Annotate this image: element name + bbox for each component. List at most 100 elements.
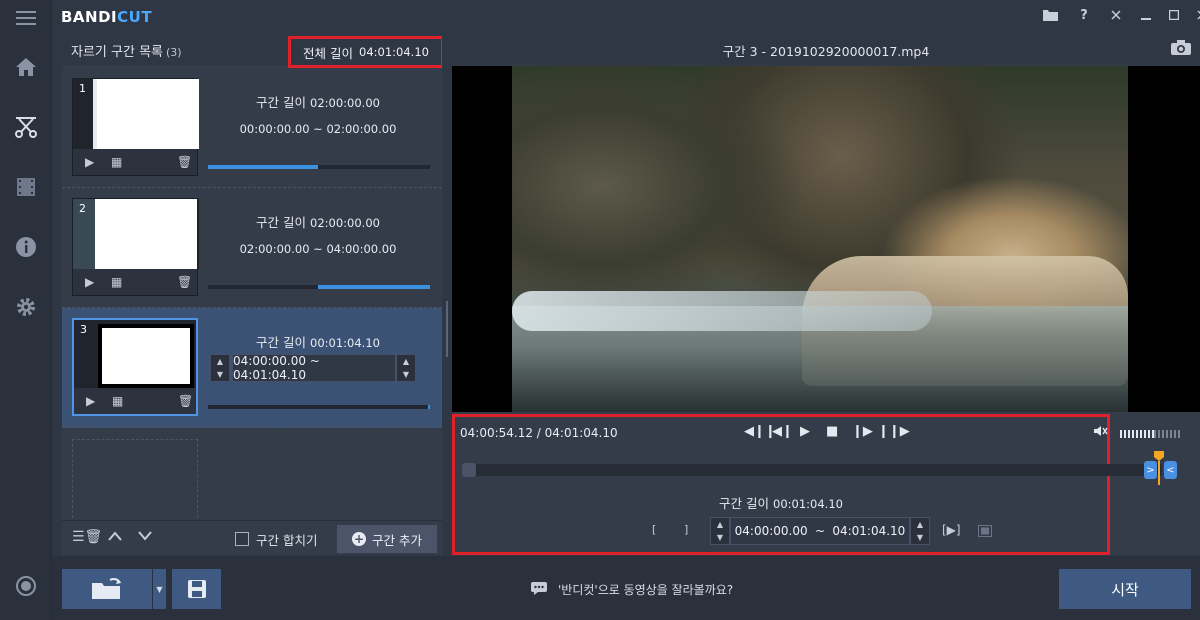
grid-icon[interactable]: ▦	[111, 275, 122, 289]
info-icon[interactable]	[12, 233, 40, 261]
cut-icon[interactable]	[12, 113, 40, 141]
player-end-stepper[interactable]: ▲ ▼	[910, 517, 930, 545]
grid-icon[interactable]: ▦	[112, 394, 123, 408]
current-time: 04:00:54.12 / 04:01:04.10	[460, 426, 618, 440]
segment-progress-bar	[208, 285, 430, 289]
camera-snapshot-icon[interactable]	[1170, 40, 1192, 60]
empty-segment-slot	[72, 439, 198, 523]
total-length-label: 전체 길이	[303, 45, 354, 61]
segment-list-footer: ☰🗑 구간 합치기 + 구간 추가	[62, 520, 442, 555]
start-time-stepper[interactable]: ▲ ▼	[210, 354, 230, 382]
bandicut-logo: BANDICUT	[61, 8, 153, 26]
segment-length: 구간 길이 02:00:00.00	[256, 95, 380, 110]
play-icon[interactable]: ▶	[85, 275, 94, 289]
open-dropdown-icon[interactable]: ▼	[152, 569, 166, 609]
segment-progress-bar	[208, 165, 430, 169]
play-icon[interactable]: ▶	[85, 155, 94, 169]
maximize-icon[interactable]	[1161, 4, 1187, 26]
play-range-button[interactable]: [▶]	[942, 523, 961, 537]
move-up-icon[interactable]	[108, 529, 122, 545]
segment-range-field[interactable]: 04:00:00.00 ~ 04:01:04.10	[232, 354, 396, 382]
save-button[interactable]	[172, 569, 221, 609]
segment-thumbnail[interactable]: 3 ▶ ▦ 🗑	[72, 318, 198, 416]
save-disk-icon	[187, 580, 206, 598]
thumbnail-image	[73, 199, 199, 269]
segment-thumbnail[interactable]: 2 ▶ ▦ 🗑	[72, 198, 199, 296]
thumbnail-image	[93, 79, 199, 149]
help-icon[interactable]: ?	[1071, 4, 1097, 26]
play-icon[interactable]: ▶	[86, 394, 95, 408]
player-title: 구간 3 - 2019102920000017.mp4	[722, 44, 930, 59]
close-x-icon[interactable]	[1103, 4, 1129, 26]
panel-splitter[interactable]	[442, 33, 452, 555]
hint-text: '반디컷'으로 동영상을 잘라볼까요?	[558, 583, 734, 597]
segment-thumbnail[interactable]: 1 ▶ ▦ 🗑	[72, 78, 199, 176]
open-file-button[interactable]	[62, 569, 152, 609]
move-down-icon[interactable]	[138, 529, 152, 545]
settings-gear-icon[interactable]	[12, 293, 40, 321]
prev-frame-icon[interactable]: ◀❙	[772, 424, 793, 439]
segment-item-1[interactable]: 1 ▶ ▦ 🗑 구간 길이 02:00:00.00 00:00:00.00 ~ 0…	[62, 68, 442, 188]
timeline-track[interactable]	[462, 463, 1162, 477]
player-start-stepper[interactable]: ▲ ▼	[710, 517, 730, 545]
video-frame	[512, 66, 1128, 412]
stop-range-icon[interactable]	[978, 525, 992, 540]
volume-slider[interactable]	[1120, 430, 1180, 438]
delete-all-icon[interactable]: ☰🗑	[72, 529, 102, 545]
segment-number: 2	[79, 202, 86, 215]
film-strip-icon[interactable]	[12, 173, 40, 201]
volume-icon[interactable]	[1094, 425, 1108, 441]
trash-icon[interactable]: 🗑	[177, 155, 192, 169]
home-icon[interactable]	[12, 53, 40, 81]
hamburger-menu-icon[interactable]	[12, 4, 40, 32]
segment-item-3[interactable]: 3 ▶ ▦ 🗑 구간 길이 00:01:04.10 ▲ ▼ 04:00:00.00 …	[62, 308, 442, 428]
open-folder-icon	[92, 577, 121, 599]
segment-list-title: 자르기 구간 목록 (3)	[71, 45, 182, 60]
minimize-icon[interactable]	[1133, 4, 1159, 26]
merge-segments-checkbox[interactable]	[235, 532, 249, 546]
segment-number: 1	[79, 82, 86, 95]
folder-icon[interactable]	[1037, 4, 1063, 26]
trash-icon[interactable]: 🗑	[178, 394, 193, 408]
segment-range: 02:00:00.00 ~ 04:00:00.00	[239, 242, 397, 256]
trash-icon[interactable]: 🗑	[177, 275, 192, 289]
merge-segments-label: 구간 합치기	[256, 533, 318, 548]
segment-item-2[interactable]: 2 ▶ ▦ 🗑 구간 길이 02:00:00.00 02:00:00.00 ~ 0…	[62, 188, 442, 308]
plus-circle-icon: +	[352, 532, 366, 546]
thumbnail-controls: ▶ ▦ 🗑	[73, 149, 197, 175]
segment-progress-bar	[208, 405, 430, 409]
set-end-bracket-button[interactable]: ]	[684, 523, 688, 536]
video-preview[interactable]	[452, 66, 1200, 412]
next-segment-icon[interactable]: ❙❙▶	[878, 424, 910, 439]
stop-icon[interactable]: ■	[826, 424, 838, 439]
record-icon[interactable]	[12, 572, 40, 600]
player-panel: 구간 3 - 2019102920000017.mp4 04:00:54.12 …	[452, 33, 1200, 555]
play-icon[interactable]: ▶	[800, 424, 810, 439]
total-length-box: 전체 길이 04:01:04.10	[288, 36, 444, 68]
segment-list-panel: 자르기 구간 목록 (3) 전체 길이 04:01:04.10 1 ▶ ▦ 🗑 구…	[62, 33, 444, 555]
thumbnail-controls: ▶ ▦ 🗑	[73, 269, 197, 295]
start-button[interactable]: 시작	[1059, 569, 1191, 609]
range-tilde: ~	[814, 524, 826, 538]
player-range-field[interactable]: 04:00:00.00 ~ 04:01:04.10	[730, 517, 910, 545]
total-length-value: 04:01:04.10	[359, 45, 429, 59]
player-segment-length: 구간 길이 00:01:04.10	[719, 496, 843, 511]
segment-range: 00:00:00.00 ~ 02:00:00.00	[239, 122, 397, 136]
player-start-time[interactable]: 04:00:00.00	[735, 524, 808, 538]
segment-length: 구간 길이 00:01:04.10	[256, 335, 380, 350]
set-start-bracket-button[interactable]: [	[652, 523, 656, 536]
titlebar: BANDICUT ?	[52, 0, 1200, 32]
chat-bubble-icon	[530, 580, 548, 599]
window-close-icon[interactable]	[1189, 4, 1200, 26]
timeline-start-handle[interactable]	[462, 463, 476, 477]
player-end-time[interactable]: 04:01:04.10	[832, 524, 905, 538]
left-rail	[0, 0, 52, 620]
end-time-stepper[interactable]: ▲ ▼	[396, 354, 416, 382]
mark-end-icon[interactable]: <	[1164, 461, 1177, 479]
thumbnail-image	[98, 324, 194, 388]
segment-number: 3	[80, 323, 87, 336]
next-frame-icon[interactable]: ❙▶	[852, 424, 873, 439]
add-segment-button[interactable]: + 구간 추가	[337, 525, 437, 553]
grid-icon[interactable]: ▦	[111, 155, 122, 169]
playhead-marker[interactable]	[1154, 451, 1164, 485]
